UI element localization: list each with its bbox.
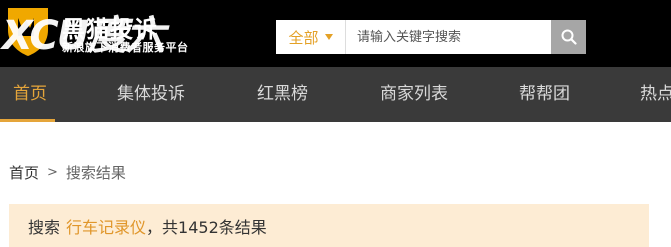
search-scope-label: 全部	[288, 28, 319, 47]
caret-down-icon	[324, 34, 333, 40]
nav-item-hot[interactable]: 热点	[640, 67, 671, 122]
breadcrumb-home-link[interactable]: 首页	[9, 162, 39, 183]
nav-item-label: 商家列表	[380, 84, 448, 104]
search-button[interactable]	[551, 20, 586, 54]
site-logo[interactable]: 黑猫投诉 新浪旗下消费者服务平台 XCU度六	[0, 0, 240, 67]
nav-active-underline	[0, 119, 55, 122]
nav-item-merchants[interactable]: 商家列表	[380, 67, 448, 122]
result-keyword[interactable]: 行车记录仪	[66, 214, 146, 238]
breadcrumb-current: 搜索结果	[65, 164, 126, 182]
logo-watermark-overlay: XCU度六	[2, 13, 165, 59]
nav-item-ranking[interactable]: 红黑榜	[257, 67, 308, 122]
nav-item-label: 集体投诉	[117, 84, 185, 104]
main-nav: 首页 集体投诉 红黑榜 商家列表 帮帮团 热点	[0, 67, 671, 122]
nav-item-label: 热点	[640, 84, 671, 104]
search-bar: 全部	[276, 20, 586, 54]
nav-item-help-group[interactable]: 帮帮团	[519, 67, 570, 122]
nav-item-home[interactable]: 首页	[13, 67, 47, 122]
nav-item-label: 红黑榜	[257, 84, 308, 104]
header-bar: 黑猫投诉 新浪旗下消费者服务平台 XCU度六 全部	[0, 0, 671, 67]
search-input[interactable]	[347, 20, 551, 54]
search-scope-dropdown[interactable]: 全部	[276, 20, 346, 54]
breadcrumb-separator: >	[47, 165, 58, 180]
breadcrumb: 首页 > 搜索结果	[9, 162, 126, 183]
result-prefix: 搜索	[28, 217, 61, 237]
nav-item-group-complaints[interactable]: 集体投诉	[117, 67, 185, 122]
nav-item-label: 首页	[13, 84, 47, 104]
search-icon	[561, 29, 577, 45]
search-result-summary: 搜索 行车记录仪 ，共1452条结果	[9, 204, 649, 247]
nav-item-label: 帮帮团	[519, 84, 570, 104]
result-count-text: ，共1452条结果	[146, 217, 267, 237]
